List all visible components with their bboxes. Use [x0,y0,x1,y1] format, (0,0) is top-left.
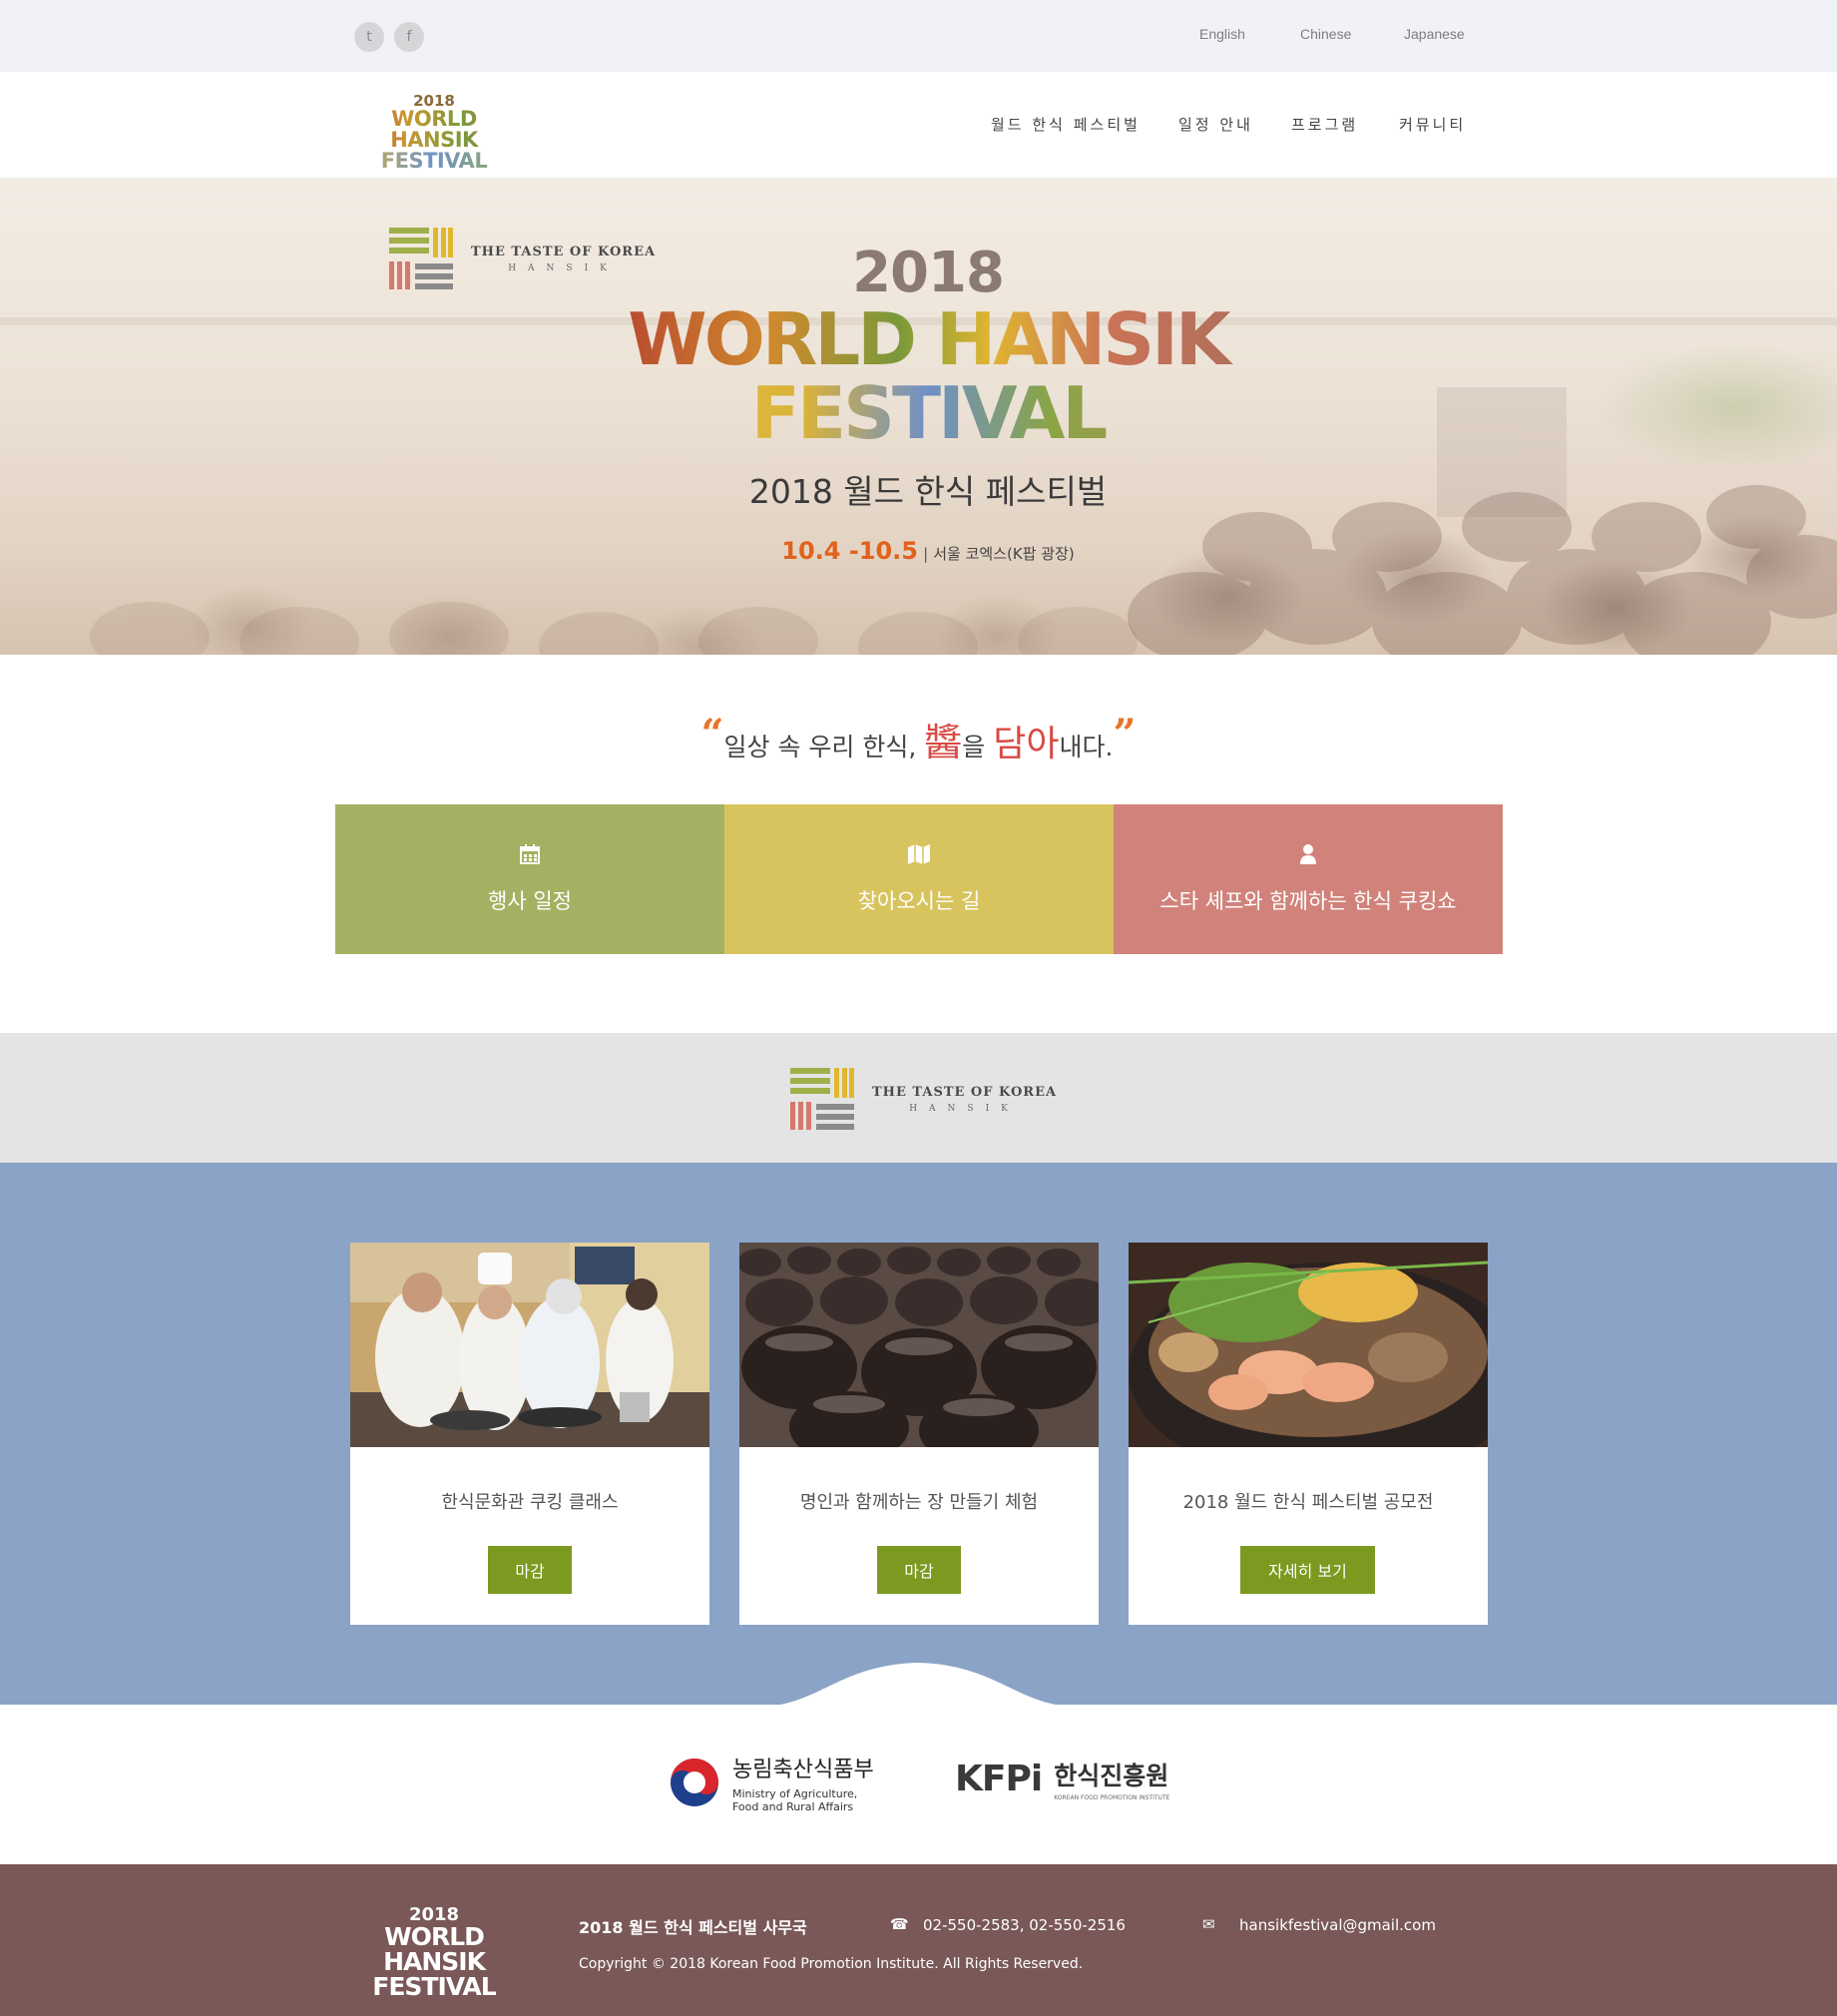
hansik-mark-icon [790,1068,854,1130]
band-taste-logo: THE TASTE OF KOREA HANSIK [790,1068,1057,1130]
ministry-en-line1: Ministry of Agriculture, [732,1787,858,1800]
hero-title-line1: WORLD HANSIK [619,303,1237,375]
kfpi-en: KOREAN FOOD PROMOTION INSTITUTE [1054,1794,1170,1801]
card-title: 2018 월드 한식 페스티벌 공모전 [1182,1492,1434,1513]
slogan-accent: 담아 [993,724,1060,764]
band-logo-line1: THE TASTE OF KOREA [872,1084,1058,1100]
sponsors-section [0,1705,1837,1864]
footer-office: 2018 월드 한식 페스티벌 사무국 [579,1918,807,1937]
tile-cooking-show[interactable]: 스타 셰프와 함께하는 한식 쿠킹쇼 [1114,804,1503,954]
hero-title-line2: FESTIVAL [619,377,1237,449]
card-cooking-class[interactable]: 한식문화관 쿠킹 클래스 마감 [350,1243,709,1625]
kfpi-mark: KFPi [955,1759,1043,1799]
taegeuk-icon [671,1759,718,1806]
footer-logo-line2: FESTIVAL [372,1972,496,2001]
slogan: “일상 속 우리 한식, 醬을 담아내다.” [0,711,1837,766]
hero-festival-title: 2018 WORLD HANSIK FESTIVAL [619,241,1237,450]
footer-email[interactable]: hansikfestival@gmail.com [1239,1916,1436,1934]
slogan-han-char: 醬 [924,721,963,764]
tile-directions[interactable]: 찾아오시는 길 [724,804,1114,954]
hero-taste-logo: THE TASTE OF KOREA HANSIK [389,228,656,289]
site-header [0,72,1837,178]
tile-cooking-show-label: 스타 셰프와 함께하는 한식 쿠킹쇼 [1159,889,1457,913]
facebook-icon[interactable]: f [394,22,424,52]
closed-button[interactable]: 마감 [488,1546,572,1594]
slogan-part2: 을 [962,733,994,761]
user-icon [1298,843,1318,871]
footer-phone: 02-550-2583, 02-550-2516 [923,1916,1126,1934]
site-logo[interactable]: 2018 WORLD HANSIK FESTIVAL [349,94,519,172]
tile-schedule-label: 행사 일정 [488,889,572,913]
card-jang-making[interactable]: 명인과 함께하는 장 만들기 체험 마감 [739,1243,1099,1625]
lang-chinese-link[interactable]: Chinese [1300,26,1351,42]
calendar-icon [519,843,541,871]
hero-date: 10.4 -10.5 [781,537,918,565]
map-icon [907,843,931,871]
ministry-logo[interactable]: 농림축산식품부 Ministry of Agriculture, Food an… [669,1752,874,1813]
cooking-class-photo [350,1243,709,1447]
wave-divider [0,1663,1837,1707]
nav-item-program[interactable]: 프로그램 [1291,114,1358,135]
twitter-icon[interactable]: t [354,22,384,52]
card-title: 명인과 함께하는 장 만들기 체험 [799,1492,1039,1513]
footer-copyright: Copyright © 2018 Korean Food Promotion I… [579,1956,1084,1972]
view-details-button[interactable]: 자세히 보기 [1240,1546,1375,1594]
ministry-name: 농림축산식품부 [732,1758,874,1782]
hansik-mark-icon [389,228,453,289]
nav-item-festival[interactable]: 월드 한식 페스티벌 [991,114,1141,135]
bibimbap-photo [1129,1243,1488,1447]
hero-subtitle: 2018 월드 한식 페스티벌 [748,472,1108,511]
nav-item-schedule[interactable]: 일정 안내 [1178,114,1253,135]
logo-line2: FESTIVAL [349,151,519,172]
hero-date-place: 10.4 -10.5 | 서울 코엑스(K팝 광장) [619,537,1237,565]
kfpi-logo[interactable]: KFPi 한식진흥원 KOREAN FOOD PROMOTION INSTITU… [955,1757,1169,1801]
nav-item-community[interactable]: 커뮤니티 [1399,114,1466,135]
top-bar [0,0,1837,72]
footer-logo-line1: WORLD HANSIK [383,1922,486,1976]
tile-directions-label: 찾아오시는 길 [857,889,981,913]
lang-japanese-link[interactable]: Japanese [1404,26,1465,42]
mail-icon: ✉ [1202,1915,1215,1933]
logo-line1: WORLD HANSIK [349,109,519,151]
slogan-part3: 내다. [1059,733,1114,761]
kfpi-name: 한식진흥원 [1054,1762,1169,1790]
open-quote: “ [700,711,724,757]
hero-date-separator: | [923,545,929,563]
jangdok-jars-photo [739,1243,1099,1447]
band-logo-line2: HANSIK [909,1103,1020,1114]
card-contest[interactable]: 2018 월드 한식 페스티벌 공모전 자세히 보기 [1129,1243,1488,1625]
site-footer [0,1864,1837,2016]
slogan-part1: 일상 속 우리 한식, [723,733,925,761]
lang-english-link[interactable]: English [1199,26,1245,42]
phone-icon: ☎ [890,1915,909,1933]
card-title: 한식문화관 쿠킹 클래스 [441,1492,619,1513]
hero-title-year: 2018 [852,241,1005,305]
footer-logo: 2018 WORLD HANSIK FESTIVAL [349,1906,519,2001]
closed-button[interactable]: 마감 [877,1546,961,1594]
close-quote: ” [1113,711,1137,757]
tile-schedule[interactable]: 행사 일정 [335,804,724,954]
hero-place: 서울 코엑스(K팝 광장) [933,545,1075,563]
ministry-en-line2: Food and Rural Affairs [732,1800,854,1813]
